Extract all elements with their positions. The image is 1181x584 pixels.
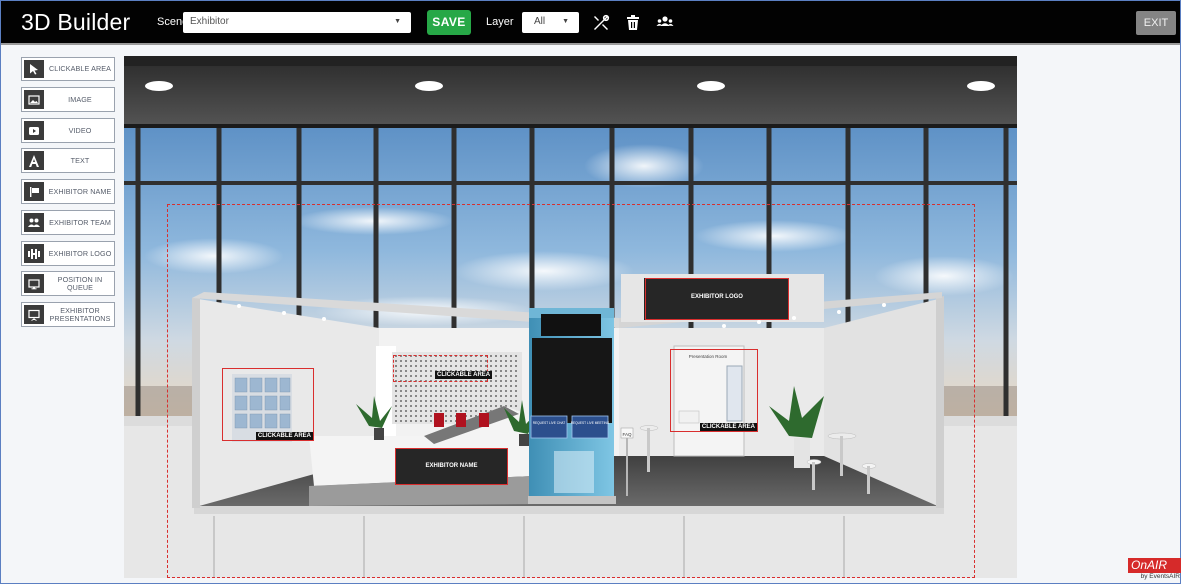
app-window: 3D Builder Scene Exhibitor ▼ SAVE Layer … bbox=[0, 0, 1181, 584]
onair-logo: OnAIR by EventsAIR bbox=[1125, 558, 1181, 584]
tool-exhibitor-logo[interactable]: EXHIBITOR LOGO bbox=[21, 241, 115, 266]
video-icon bbox=[24, 121, 44, 140]
team-icon[interactable] bbox=[655, 13, 675, 33]
tool-label: IMAGE bbox=[68, 94, 92, 104]
tool-label: EXHIBITOR TEAM bbox=[49, 217, 111, 227]
exhibitor-logo-label: EXHIBITOR LOGO bbox=[691, 294, 743, 300]
tool-label: VIDEO bbox=[68, 125, 92, 135]
clickable-area-wall[interactable]: CLICKABLE AREA bbox=[393, 355, 493, 382]
image-icon bbox=[24, 90, 44, 109]
tool-label: CLICKABLE AREA bbox=[48, 64, 112, 73]
tool-text[interactable]: TEXT bbox=[21, 148, 115, 173]
tool-position-in-queue[interactable]: POSITION IN QUEUE bbox=[21, 271, 115, 296]
logo-icon bbox=[24, 244, 44, 263]
scene-select[interactable]: Exhibitor ▼ bbox=[183, 12, 411, 33]
tool-label: EXHIBITOR NAME bbox=[48, 186, 112, 196]
exhibitor-name-area[interactable]: EXHIBITOR NAME bbox=[395, 448, 508, 485]
tool-label: TEXT bbox=[70, 155, 90, 165]
onair-logo-mark: OnAIR bbox=[1128, 558, 1181, 573]
cursor-icon bbox=[24, 60, 44, 78]
text-icon bbox=[24, 151, 44, 170]
top-toolbar: 3D Builder Scene Exhibitor ▼ SAVE Layer … bbox=[1, 1, 1180, 45]
save-button[interactable]: SAVE bbox=[427, 10, 471, 35]
clickable-area-label: CLICKABLE AREA bbox=[255, 432, 313, 440]
tool-exhibitor-name[interactable]: EXHIBITOR NAME bbox=[21, 179, 115, 204]
clickable-area-brochures[interactable]: CLICKABLE AREA bbox=[222, 368, 314, 441]
exit-button[interactable]: EXIT bbox=[1136, 11, 1176, 35]
presentation-icon bbox=[24, 305, 44, 324]
tool-label: EXHIBITOR LOGO bbox=[48, 248, 112, 258]
tool-exhibitor-presentations[interactable]: EXHIBITOR PRESENTATIONS bbox=[21, 302, 115, 327]
clickable-area-presentation-room[interactable]: CLICKABLE AREA bbox=[670, 349, 758, 432]
booth-scene[interactable]: Presentation Room FAQ REQUEST LIVE CHAT … bbox=[124, 56, 1017, 578]
tool-video[interactable]: VIDEO bbox=[21, 118, 115, 143]
layer-select[interactable]: All ▼ bbox=[522, 12, 579, 33]
exhibitor-logo-area[interactable]: EXHIBITOR LOGO bbox=[645, 278, 789, 320]
tool-label: POSITION IN QUEUE bbox=[57, 274, 103, 292]
layer-label: Layer bbox=[486, 16, 514, 28]
tool-exhibitor-team[interactable]: EXHIBITOR TEAM bbox=[21, 210, 115, 235]
clickable-area-label: CLICKABLE AREA bbox=[435, 371, 493, 379]
tool-image[interactable]: IMAGE bbox=[21, 87, 115, 112]
team-icon bbox=[24, 213, 44, 232]
monitor-icon bbox=[24, 274, 44, 293]
scene-select-value: Exhibitor bbox=[190, 16, 229, 27]
exhibitor-name-label: EXHIBITOR NAME bbox=[425, 463, 478, 469]
app-title: 3D Builder bbox=[21, 9, 131, 35]
trash-icon[interactable] bbox=[623, 13, 643, 33]
tool-label: EXHIBITOR PRESENTATIONS bbox=[49, 305, 111, 323]
layer-select-value: All bbox=[534, 16, 546, 27]
clickable-area-label: CLICKABLE AREA bbox=[699, 423, 757, 431]
tools-icon[interactable] bbox=[591, 13, 611, 33]
onair-logo-sub: by EventsAIR bbox=[1140, 573, 1180, 580]
flag-icon bbox=[24, 182, 44, 201]
chevron-down-icon: ▼ bbox=[562, 18, 569, 25]
chevron-down-icon: ▼ bbox=[394, 18, 401, 25]
tool-clickable-area[interactable]: CLICKABLE AREA bbox=[21, 57, 115, 81]
